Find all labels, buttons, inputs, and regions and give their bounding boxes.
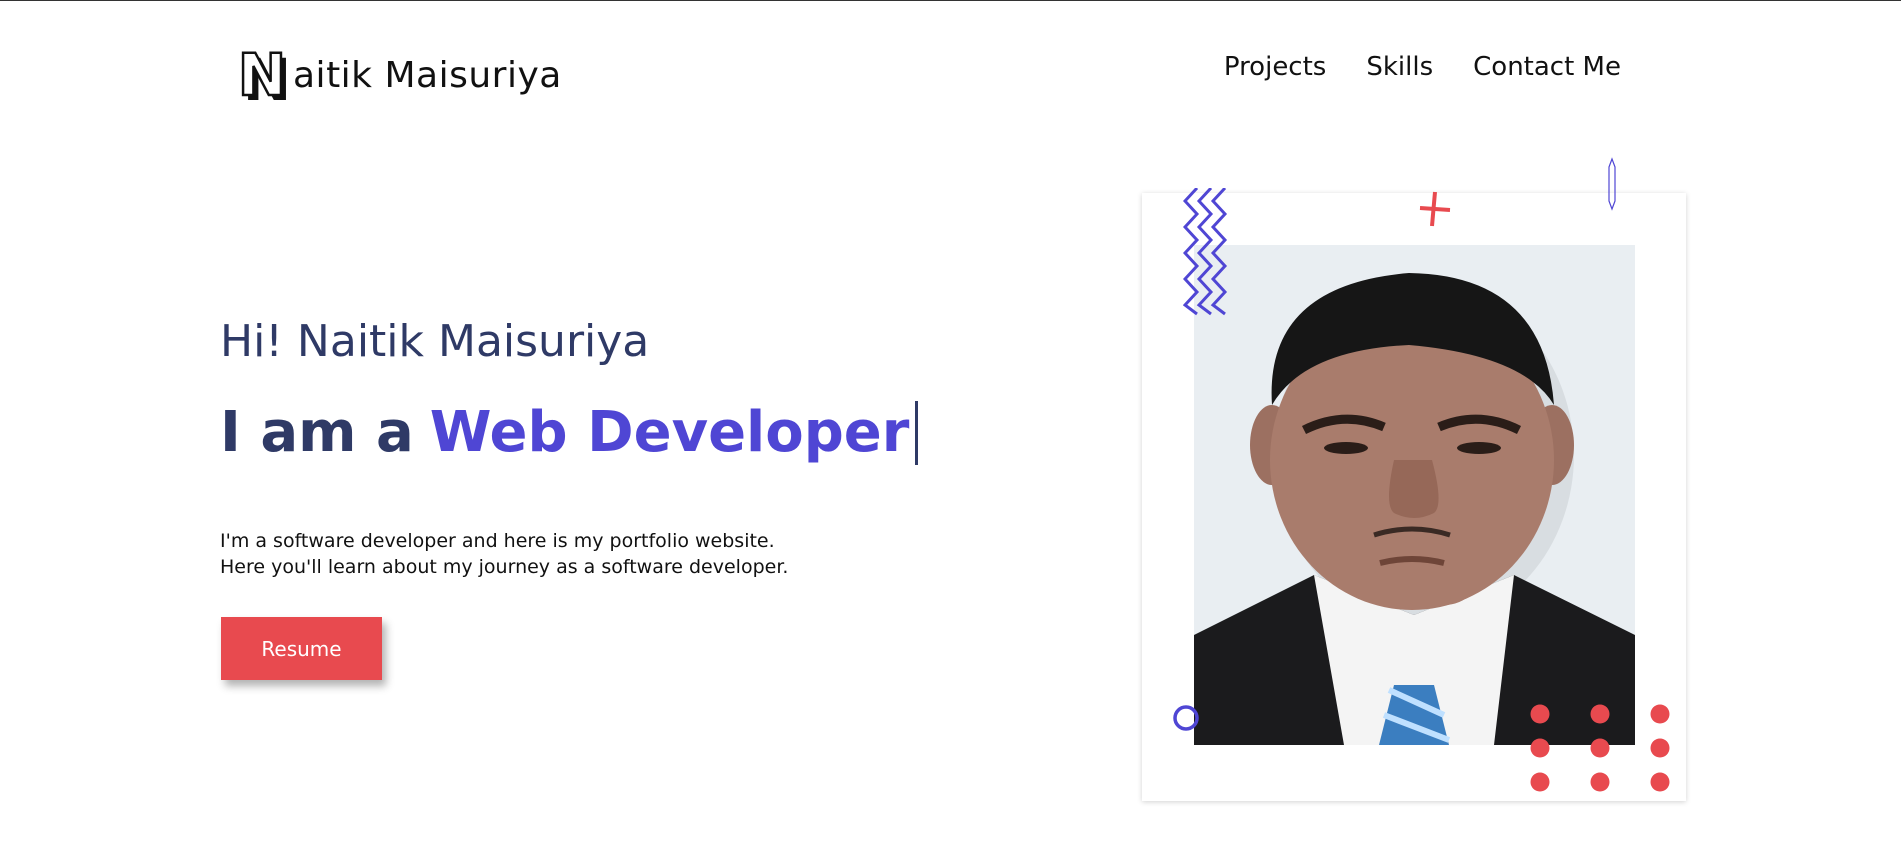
typing-caret: [915, 400, 919, 465]
description-line: I'm a software developer and here is my …: [220, 530, 775, 552]
portrait-illustration: [1194, 245, 1635, 745]
hero-tagline: I am a Web Developer: [220, 400, 919, 465]
logo-mark: N: [221, 34, 303, 116]
pencil-decoration-icon: [1608, 157, 1616, 211]
main-nav: Projects Skills Contact Me: [1224, 52, 1621, 82]
nav-link-contact[interactable]: Contact Me: [1473, 52, 1621, 82]
nav-link-projects[interactable]: Projects: [1224, 52, 1327, 82]
logo-text: aitik Maisuriya: [293, 54, 562, 96]
logo-link[interactable]: N aitik Maisuriya: [221, 34, 562, 116]
hero-greeting: Hi! Naitik Maisuriya: [220, 316, 650, 367]
zigzag-decoration-icon: [1183, 188, 1228, 316]
profile-photo: [1194, 245, 1635, 745]
nav-link-skills[interactable]: Skills: [1366, 52, 1433, 82]
tagline-role: Web Developer: [429, 400, 910, 465]
tagline-prefix: I am a: [220, 400, 414, 465]
dot-grid-decoration-icon: [1530, 704, 1670, 792]
description-line: Here you'll learn about my journey as a …: [220, 556, 789, 578]
site-header: N aitik Maisuriya Projects Skills Contac…: [0, 0, 1901, 140]
ring-decoration-icon: [1173, 705, 1199, 731]
hero-description: I'm a software developer and here is my …: [220, 528, 788, 580]
plus-decoration-icon: [1419, 191, 1451, 227]
logo-letter: N: [236, 41, 287, 109]
resume-button[interactable]: Resume: [221, 617, 382, 680]
